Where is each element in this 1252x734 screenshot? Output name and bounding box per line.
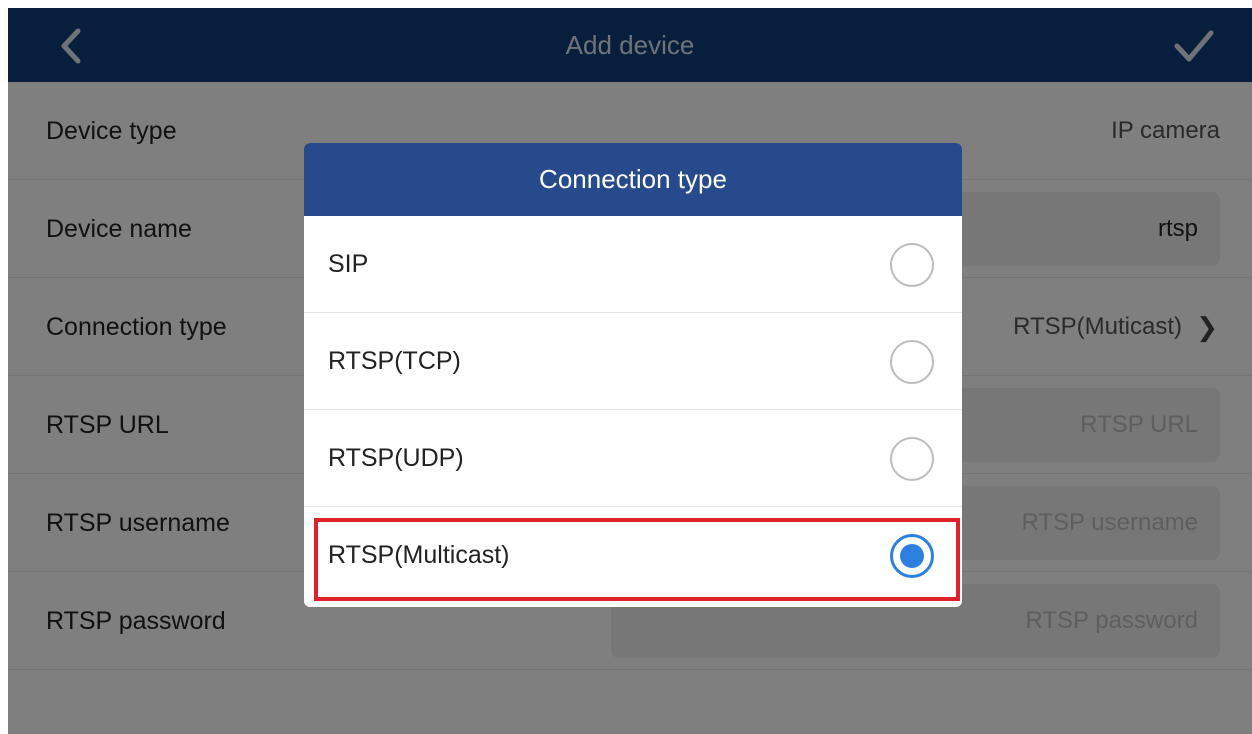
- dialog-header: Connection type: [304, 143, 962, 216]
- connection-type-dialog: Connection type SIP RTSP(TCP) RTSP(UDP) …: [304, 143, 962, 607]
- option-label: RTSP(TCP): [328, 347, 461, 375]
- radio-button[interactable]: [890, 340, 934, 384]
- add-device-screen: Add device Device type IP camera Device …: [8, 8, 1252, 734]
- radio-button[interactable]: [890, 437, 934, 481]
- radio-button-selected[interactable]: [890, 534, 934, 578]
- option-label: RTSP(Multicast): [328, 541, 510, 569]
- radio-button[interactable]: [890, 243, 934, 287]
- option-rtsp-tcp[interactable]: RTSP(TCP): [304, 313, 962, 410]
- option-label: RTSP(UDP): [328, 444, 464, 472]
- option-rtsp-multicast[interactable]: RTSP(Multicast): [304, 507, 962, 604]
- dialog-title: Connection type: [539, 164, 727, 194]
- option-label: SIP: [328, 250, 369, 278]
- option-sip[interactable]: SIP: [304, 216, 962, 313]
- option-rtsp-udp[interactable]: RTSP(UDP): [304, 410, 962, 507]
